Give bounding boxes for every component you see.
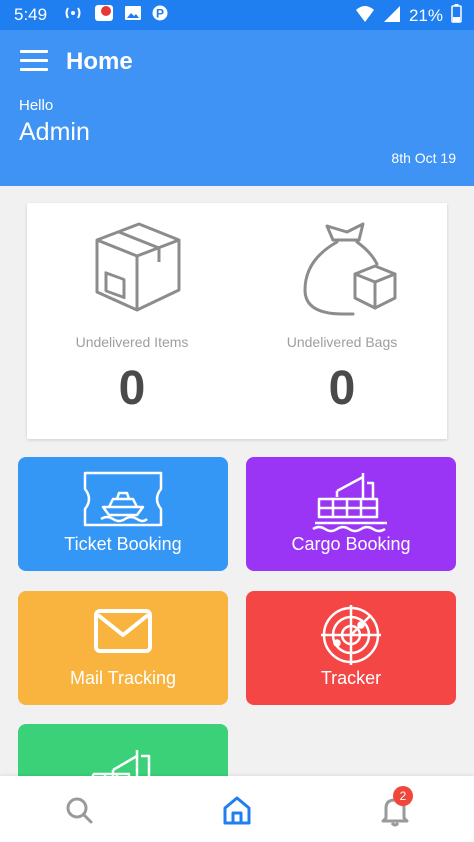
menu-button[interactable] — [20, 50, 48, 74]
current-date: 8th Oct 19 — [391, 150, 456, 166]
stats-card: Undelivered Items 0 Undelivered Bags 0 — [27, 203, 447, 439]
page-title: Home — [66, 48, 133, 75]
tile-label: Ticket Booking — [64, 534, 182, 554]
broadcast-icon — [62, 4, 84, 27]
home-icon — [223, 796, 251, 825]
mail-tracking-tile[interactable]: Mail Tracking — [18, 591, 228, 705]
app-bar: Home Hello Admin 8th Oct 19 — [0, 30, 474, 186]
app-notification-icon — [94, 4, 114, 27]
cargo-ship-icon — [312, 473, 387, 533]
stat-label: Undelivered Items — [75, 334, 189, 350]
stat-value: 0 — [118, 362, 146, 415]
undelivered-bags-stat: Undelivered Bags 0 — [237, 203, 447, 439]
nav-search[interactable] — [61, 792, 97, 828]
notification-badge: 2 — [393, 786, 413, 806]
stat-value: 0 — [328, 362, 356, 415]
tile-label: Mail Tracking — [69, 668, 177, 688]
wifi-icon — [355, 5, 375, 28]
user-name: Admin — [19, 118, 90, 146]
battery-icon — [451, 4, 462, 28]
money-bag-icon — [303, 222, 397, 316]
search-icon — [66, 797, 93, 824]
status-bar: 5:49 P 21% — [0, 0, 474, 30]
nav-notifications[interactable]: 2 — [377, 786, 413, 828]
ticket-booking-tile[interactable]: Ticket Booking — [18, 457, 228, 571]
tracker-tile[interactable]: Tracker — [246, 591, 456, 705]
greeting-text: Hello — [19, 97, 54, 114]
battery-percent: 21% — [408, 6, 443, 25]
radar-icon — [321, 605, 381, 665]
status-notification-icons: P — [62, 4, 168, 27]
hamburger-line — [20, 68, 48, 71]
box-icon — [95, 222, 181, 312]
mail-icon — [94, 609, 152, 653]
bottom-navigation: 2 — [0, 776, 474, 842]
stat-label: Undelivered Bags — [286, 334, 398, 350]
tile-label: Cargo Booking — [291, 534, 411, 554]
svg-text:P: P — [156, 7, 164, 21]
status-time: 5:49 — [14, 5, 48, 24]
image-icon — [124, 4, 142, 27]
undelivered-items-stat: Undelivered Items 0 — [27, 203, 237, 439]
tile-label: Tracker — [320, 668, 382, 688]
hamburger-line — [20, 59, 48, 62]
paytm-icon: P — [152, 4, 168, 27]
status-system-icons: 21% — [355, 4, 462, 28]
signal-icon — [383, 5, 401, 28]
nav-home[interactable] — [219, 792, 255, 828]
ship-ticket-icon — [83, 471, 163, 527]
cargo-booking-tile[interactable]: Cargo Booking — [246, 457, 456, 571]
hamburger-line — [20, 50, 48, 53]
